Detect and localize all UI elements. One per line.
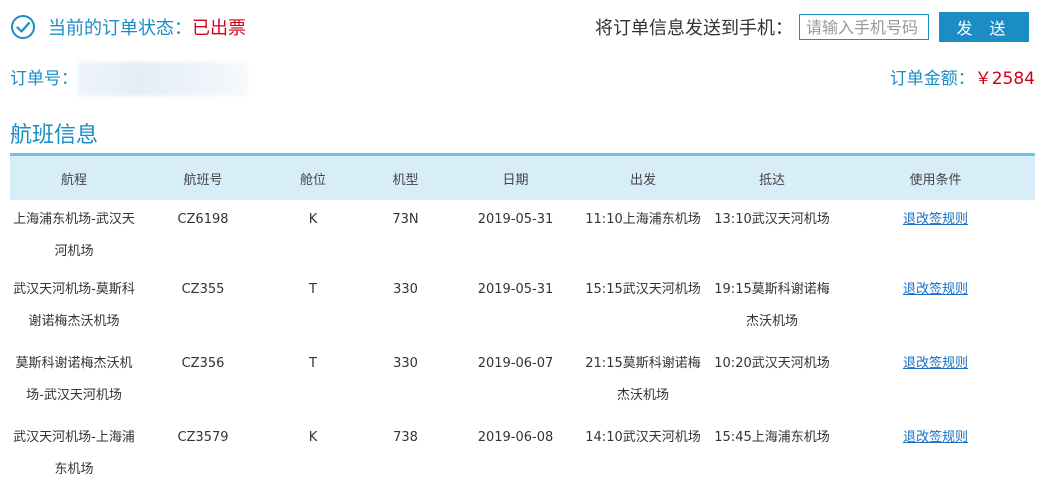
arrive-text: 19:15莫斯科谢诺梅杰沃机场 [714,282,830,329]
table-row: 上海浦东机场-武汉天河机场 CZ6198 K 73N 2019-05-31 11… [10,200,1035,274]
route-text: 武汉天河机场-上海浦东机场 [13,430,135,477]
depart-text: 15:15武汉天河机场 [585,282,701,297]
header-route: 航程 [60,172,87,188]
order-amount: 订单金额：￥2584 [890,64,1035,89]
cell-cabin: T [309,282,317,297]
status-value: 已出票 [192,18,246,39]
cell-conditions: 退改签规则 [836,200,1035,274]
cell-conditions: 退改签规则 [836,422,1035,496]
cell-aircraft: 330 [393,282,418,297]
cell-date: 2019-06-07 [477,356,554,371]
cell-arrive: 19:15莫斯科谢诺梅杰沃机场 [708,274,836,348]
refund-rules-link[interactable]: 退改签规则 [903,212,968,227]
depart-text: 21:15莫斯科谢诺梅杰沃机场 [585,356,701,403]
depart-text: 14:10武汉天河机场 [585,430,701,445]
table-row: 武汉天河机场-莫斯科谢诺梅杰沃机场 CZ355 T 330 2019-05-31… [10,274,1035,348]
cell-flight: CZ355 [181,282,225,297]
cell-arrive: 15:45上海浦东机场 [708,422,836,496]
send-label: 将订单信息发送到手机： [595,18,793,39]
cell-route: 武汉天河机场-莫斯科谢诺梅杰沃机场 [10,274,138,348]
cell-aircraft: 738 [393,430,418,445]
top-bar: 当前的订单状态： 已出票 将订单信息发送到手机： 发 送 [10,10,1035,46]
cell-aircraft: 330 [393,356,418,371]
arrive-text: 13:10武汉天河机场 [714,212,830,227]
cell-date: 2019-05-31 [477,212,554,227]
amount-value: ￥2584 [974,69,1035,89]
order-status: 当前的订单状态： 已出票 [10,14,246,40]
cell-aircraft: 73N [392,212,419,227]
header-date: 日期 [502,172,529,188]
refund-rules-link[interactable]: 退改签规则 [903,282,968,297]
cell-depart: 21:15莫斯科谢诺梅杰沃机场 [578,348,708,422]
header-depart: 出发 [629,172,656,188]
refund-rules-link[interactable]: 退改签规则 [903,430,968,445]
cell-cabin: T [309,356,317,371]
cell-flight: CZ6198 [177,212,229,227]
cell-arrive: 10:20武汉天河机场 [708,348,836,422]
cell-route: 上海浦东机场-武汉天河机场 [10,200,138,274]
cell-date: 2019-05-31 [477,282,554,297]
cell-conditions: 退改签规则 [836,348,1035,422]
order-info: 订单号： 订单金额：￥2584 [10,62,1035,96]
send-button[interactable]: 发 送 [939,12,1029,42]
route-text: 武汉天河机场-莫斯科谢诺梅杰沃机场 [13,282,135,329]
header-aircraft: 机型 [392,172,419,188]
cell-depart: 14:10武汉天河机场 [578,422,708,496]
section-title: 航班信息 [10,123,99,148]
amount-label: 订单金额： [889,69,975,89]
header-arrive: 抵达 [758,172,785,188]
header-cabin: 舱位 [299,172,326,188]
cell-depart: 15:15武汉天河机场 [578,274,708,348]
status-label: 当前的订单状态： [48,18,192,39]
header-flight: 航班号 [183,172,223,188]
depart-text: 11:10上海浦东机场 [585,212,701,227]
send-to-phone: 将订单信息发送到手机： 发 送 [595,12,1029,42]
cell-date: 2019-06-08 [477,430,554,445]
route-text: 莫斯科谢诺梅杰沃机场-武汉天河机场 [15,356,133,403]
order-number-redacted [78,62,248,96]
refund-rules-link[interactable]: 退改签规则 [903,356,968,371]
header-conditions: 使用条件 [909,172,962,188]
check-circle-icon [11,15,35,39]
flight-table: 航程 航班号 舱位 机型 日期 出发 抵达 使用条件 上海浦东机场-武汉天河机场… [10,156,1035,496]
cell-arrive: 13:10武汉天河机场 [708,200,836,274]
cell-flight: CZ3579 [177,430,229,445]
table-row: 莫斯科谢诺梅杰沃机场-武汉天河机场 CZ356 T 330 2019-06-07… [10,348,1035,422]
table-row: 武汉天河机场-上海浦东机场 CZ3579 K 738 2019-06-08 14… [10,422,1035,496]
table-header-row: 航程 航班号 舱位 机型 日期 出发 抵达 使用条件 [10,156,1035,200]
arrive-text: 10:20武汉天河机场 [714,356,830,371]
cell-route: 莫斯科谢诺梅杰沃机场-武汉天河机场 [10,348,138,422]
cell-cabin: K [308,212,318,227]
arrive-text: 15:45上海浦东机场 [714,430,830,445]
cell-route: 武汉天河机场-上海浦东机场 [10,422,138,496]
route-text: 上海浦东机场-武汉天河机场 [13,212,135,259]
cell-flight: CZ356 [181,356,225,371]
phone-input[interactable] [799,14,929,40]
cell-conditions: 退改签规则 [836,274,1035,348]
order-number-label: 订单号： [10,69,78,89]
cell-depart: 11:10上海浦东机场 [578,200,708,274]
cell-cabin: K [308,430,318,445]
